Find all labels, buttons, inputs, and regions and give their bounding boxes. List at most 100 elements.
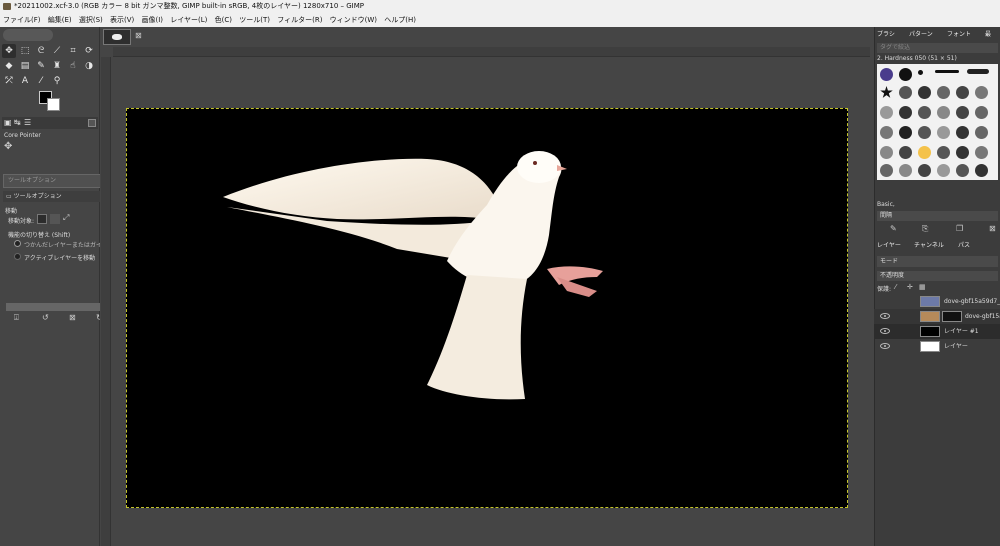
brush-sample[interactable]	[937, 146, 950, 159]
paths-icon[interactable]: ⤱	[2, 74, 16, 88]
panel-menu-button[interactable]	[88, 119, 96, 127]
brush-sample[interactable]	[956, 146, 969, 159]
fuzzy-select-icon[interactable]: ⟋	[50, 44, 64, 58]
brush-sample[interactable]	[918, 126, 931, 139]
brush-sample[interactable]	[899, 126, 912, 139]
lasso-icon[interactable]: ᘓ	[34, 44, 48, 58]
brush-sample[interactable]	[880, 68, 893, 81]
layer-row[interactable]: dove-gbf15a59d7_12	[874, 294, 1000, 309]
undo-history-tab-icon[interactable]: ☰	[24, 118, 31, 127]
lock-position-icon[interactable]: ✛	[907, 283, 913, 291]
horizontal-ruler[interactable]	[113, 47, 870, 57]
brush-sample[interactable]	[918, 70, 923, 75]
crop-icon[interactable]: ⌗	[66, 44, 80, 58]
bucket-fill-icon[interactable]: ◆	[2, 59, 16, 73]
brush-sample[interactable]	[975, 86, 988, 99]
brush-sample[interactable]	[899, 106, 912, 119]
menu-edit[interactable]: 編集(E)	[48, 16, 72, 24]
menu-windows[interactable]: ウィンドウ(W)	[330, 16, 377, 24]
dodge-icon[interactable]: ◑	[82, 59, 96, 73]
brush-sample[interactable]	[899, 68, 912, 81]
delete-options-icon[interactable]: ⊠	[69, 313, 76, 322]
smudge-icon[interactable]: ☝	[66, 59, 80, 73]
pencil-icon[interactable]: ✎	[34, 59, 48, 73]
menu-image[interactable]: 画像(I)	[142, 16, 164, 24]
brush-sample[interactable]	[899, 146, 912, 159]
menu-layer[interactable]: レイヤー(L)	[170, 16, 207, 24]
brush-grid[interactable]	[877, 64, 998, 180]
transform-icon[interactable]: ⟳	[82, 44, 96, 58]
menu-view[interactable]: 表示(V)	[110, 16, 134, 24]
brush-sample[interactable]	[880, 146, 893, 159]
visibility-eye-icon[interactable]	[880, 343, 890, 349]
clone-icon[interactable]: ♜	[50, 59, 64, 73]
brush-sample[interactable]	[956, 86, 969, 99]
fonts-tab[interactable]: フォント	[947, 29, 971, 41]
menu-select[interactable]: 選択(S)	[79, 16, 103, 24]
opacity-slider[interactable]: 不透明度	[877, 271, 998, 281]
tag-filter-input[interactable]: タグで絞込	[877, 43, 998, 53]
brush-sample[interactable]	[937, 164, 950, 177]
move-tool-icon[interactable]: ✥	[2, 44, 16, 58]
duplicate-brush-icon[interactable]: ❐	[956, 224, 963, 233]
brush-sample[interactable]	[918, 146, 931, 159]
paths-tab[interactable]: パス	[958, 240, 970, 252]
spacing-slider[interactable]: 間隔	[877, 211, 998, 221]
brush-sample[interactable]	[975, 146, 988, 159]
menu-help[interactable]: ヘルプ(H)	[384, 16, 416, 24]
brush-sample[interactable]	[956, 106, 969, 119]
menu-tools[interactable]: ツール(T)	[239, 16, 270, 24]
vertical-ruler[interactable]	[101, 57, 111, 546]
tool-options-tab-icon[interactable]: ▣	[4, 118, 12, 127]
brush-sample[interactable]	[975, 126, 988, 139]
image-tab-thumbnail[interactable]	[103, 29, 131, 45]
image-canvas[interactable]	[126, 108, 848, 508]
brush-sample[interactable]	[899, 86, 912, 99]
menu-filters[interactable]: フィルター(R)	[277, 16, 322, 24]
layer-mode-select[interactable]: モード	[877, 256, 998, 267]
brush-sample[interactable]	[935, 70, 959, 73]
edit-brush-icon[interactable]: ✎	[890, 224, 897, 233]
brush-sample[interactable]	[918, 106, 931, 119]
lock-pixels-icon[interactable]: ⁄	[895, 283, 896, 291]
brushes-tab[interactable]: ブラシ	[877, 29, 895, 41]
menu-color[interactable]: 色(C)	[215, 16, 232, 24]
layers-tab[interactable]: レイヤー	[877, 240, 901, 252]
brush-sample[interactable]	[937, 86, 950, 99]
new-brush-icon[interactable]: ⎘	[922, 224, 928, 234]
brush-sample[interactable]	[899, 164, 912, 177]
delete-brush-icon[interactable]: ⊠	[989, 224, 996, 233]
visibility-eye-icon[interactable]	[880, 328, 890, 334]
option2-radio[interactable]	[14, 253, 21, 260]
target-selection-icon[interactable]	[50, 214, 60, 224]
brush-sample[interactable]	[975, 106, 988, 119]
layer-row[interactable]: レイヤー #1	[874, 324, 1000, 339]
layer-row[interactable]: レイヤー	[874, 339, 1000, 354]
patterns-tab[interactable]: パターン	[909, 29, 933, 41]
brush-sample[interactable]	[956, 164, 969, 177]
device-status-tab-icon[interactable]: ↹	[14, 118, 21, 127]
brush-sample[interactable]	[975, 164, 988, 177]
layer-row[interactable]: dove-gbf15a5	[874, 309, 1000, 324]
gradient-icon[interactable]: ▤	[18, 59, 32, 73]
brush-sample[interactable]	[937, 126, 950, 139]
brush-sample[interactable]	[967, 69, 989, 74]
target-path-icon[interactable]: ⤢	[63, 213, 69, 223]
close-tab-icon[interactable]: ⊠	[135, 31, 142, 40]
brush-sample[interactable]	[937, 106, 950, 119]
background-color-swatch[interactable]	[47, 98, 60, 111]
option1-radio[interactable]	[14, 240, 21, 247]
brush-sample[interactable]	[918, 164, 931, 177]
visibility-eye-icon[interactable]	[880, 313, 890, 319]
rect-select-icon[interactable]: ⬚	[18, 44, 32, 58]
brush-sample[interactable]	[956, 126, 969, 139]
history-tab[interactable]: 最	[985, 29, 991, 41]
save-options-icon[interactable]: ⍗	[14, 313, 19, 323]
text-tool-icon[interactable]: A	[18, 74, 32, 88]
brush-sample[interactable]	[880, 106, 893, 119]
menu-file[interactable]: ファイル(F)	[3, 16, 41, 24]
brush-sample[interactable]	[918, 86, 931, 99]
zoom-icon[interactable]: ⚲	[50, 74, 64, 88]
color-picker-icon[interactable]: ⁄	[34, 74, 48, 88]
brush-sample[interactable]	[880, 164, 893, 177]
